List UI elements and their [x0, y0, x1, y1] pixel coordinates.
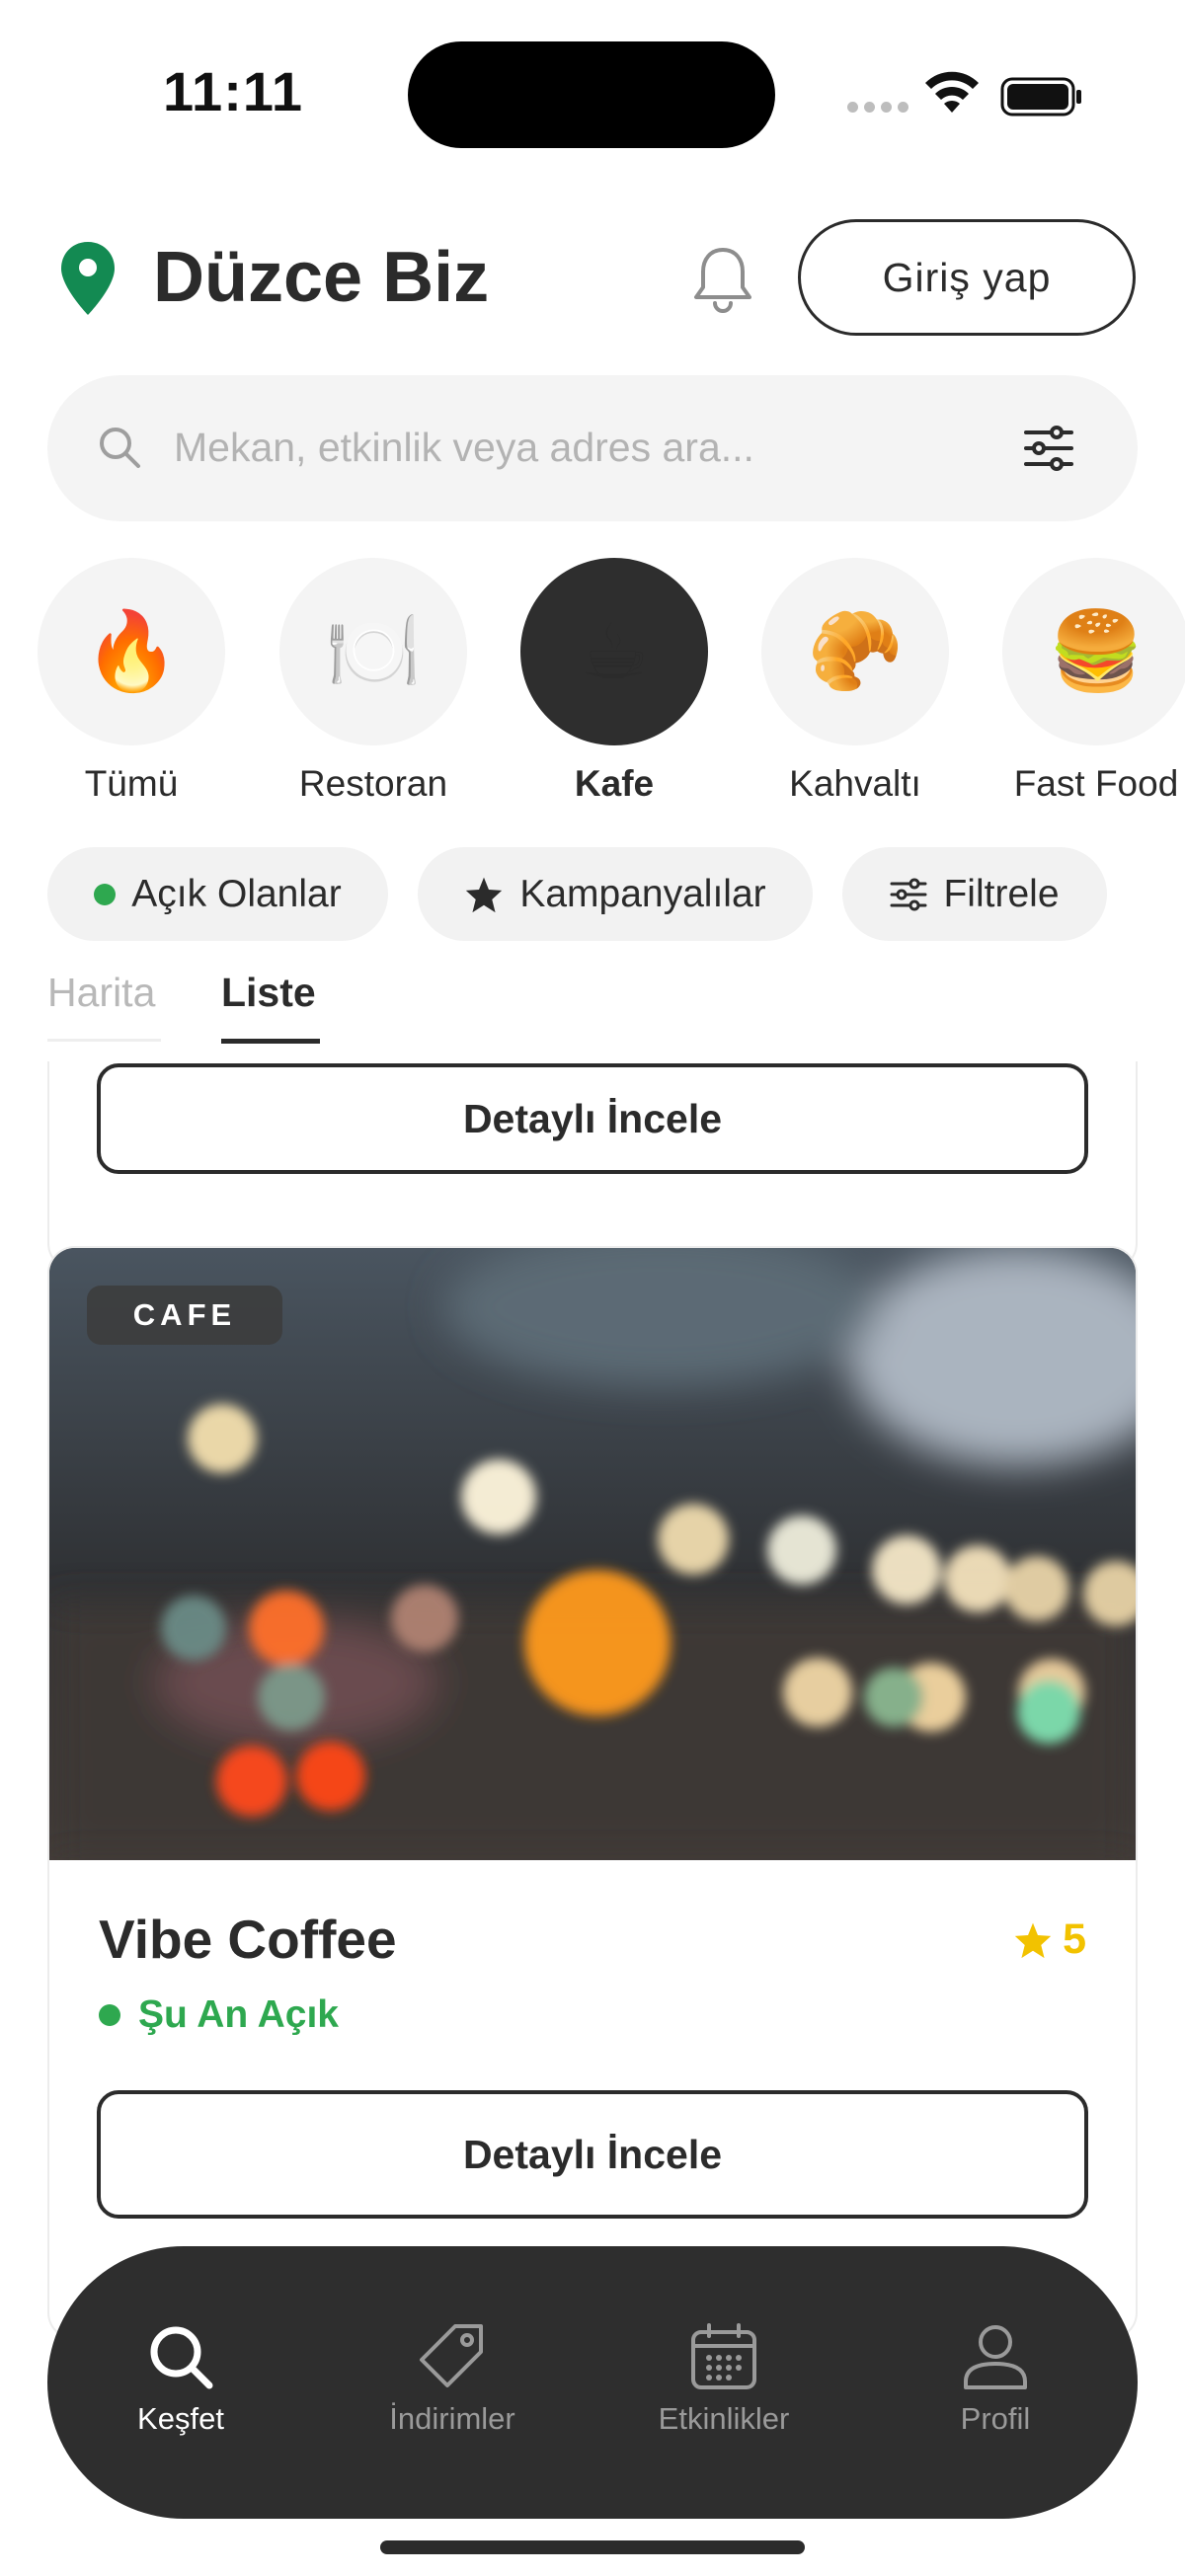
- fire-icon: 🔥: [38, 558, 225, 745]
- category-label: Restoran: [298, 763, 448, 804]
- chip-campaigns[interactable]: Kampanyalılar: [418, 847, 813, 941]
- search-icon: [100, 428, 140, 468]
- nav-label: İndirimler: [389, 2401, 515, 2436]
- open-status-dot: [99, 2004, 120, 2026]
- category-breakfast[interactable]: 🥐 Kahvaltı: [761, 558, 949, 805]
- open-status-label: Şu An Açık: [138, 1993, 339, 2036]
- category-label: Kafe: [574, 763, 655, 804]
- nav-explore[interactable]: Keşfet: [82, 2322, 279, 2437]
- chip-label: Kampanyalılar: [519, 872, 766, 915]
- app-brand-title: Düzce Biz: [153, 238, 490, 317]
- home-indicator[interactable]: [380, 2540, 805, 2554]
- category-label: Fast Food: [1013, 763, 1179, 804]
- tab-map[interactable]: Harita: [47, 970, 155, 1016]
- chip-open-now[interactable]: Açık Olanlar: [47, 847, 388, 941]
- rating-value: 5: [1063, 1915, 1086, 1963]
- dynamic-island: [408, 41, 775, 148]
- category-label: Kahvaltı: [789, 763, 921, 804]
- coffee-icon: ☕: [520, 558, 708, 745]
- nav-events[interactable]: Etkinlikler: [625, 2322, 823, 2437]
- nav-discounts[interactable]: İndirimler: [354, 2322, 551, 2437]
- chip-label: Filtrele: [943, 872, 1060, 915]
- category-all[interactable]: 🔥 Tümü: [38, 558, 225, 805]
- star-icon: [466, 877, 503, 912]
- category-cafe[interactable]: ☕ Kafe: [520, 558, 708, 805]
- nav-label: Profil: [960, 2401, 1031, 2436]
- plate-icon: 🍽️: [279, 558, 467, 745]
- venue-photo: CAFE: [49, 1248, 1136, 1860]
- nav-profile[interactable]: Profil: [897, 2322, 1094, 2437]
- notification-bell-icon[interactable]: [688, 244, 757, 315]
- category-label: Tümü: [84, 763, 179, 804]
- search-icon: [150, 2326, 213, 2389]
- wifi-icon: [925, 71, 979, 113]
- battery-icon: [1000, 77, 1081, 117]
- open-status-dot: [94, 883, 117, 905]
- sliders-icon[interactable]: [1023, 425, 1074, 472]
- cellular-signal-icon: [847, 102, 908, 113]
- status-time: 11:11: [163, 60, 304, 122]
- venue-rating: 5: [1013, 1915, 1086, 1964]
- location-pin-icon: [61, 242, 115, 315]
- venue-title: Vibe Coffee: [99, 1909, 397, 1970]
- chip-label: Açık Olanlar: [131, 872, 342, 915]
- tab-list[interactable]: Liste: [221, 970, 316, 1016]
- details-button[interactable]: Detaylı İncele: [97, 1063, 1088, 1174]
- calendar-icon: [691, 2323, 756, 2389]
- nav-label: Etkinlikler: [658, 2401, 790, 2436]
- login-button[interactable]: Giriş yap: [798, 219, 1136, 336]
- croissant-icon: 🥐: [761, 558, 949, 745]
- nav-label: Keşfet: [137, 2401, 224, 2436]
- details-button[interactable]: Detaylı İncele: [97, 2090, 1088, 2219]
- category-restaurant[interactable]: 🍽️ Restoran: [279, 558, 467, 805]
- burger-icon: 🍔: [1002, 558, 1185, 745]
- category-fast-food[interactable]: 🍔 Fast Food: [1002, 558, 1185, 805]
- tab-divider: [47, 1039, 161, 1042]
- sliders-icon: [890, 878, 927, 910]
- venue-card[interactable]: CAFE Vibe Coffee 5 Şu An Açık Detaylı İn…: [47, 1246, 1138, 2340]
- user-icon: [964, 2325, 1027, 2389]
- tag-icon: [420, 2324, 483, 2387]
- star-icon: [1014, 1922, 1052, 1958]
- open-status: Şu An Açık: [99, 1993, 339, 2037]
- tab-active-indicator: [221, 1039, 320, 1044]
- category-tag: CAFE: [87, 1286, 282, 1345]
- search-input[interactable]: [174, 415, 865, 480]
- venue-card-previous: Detaylı İncele: [47, 1061, 1138, 1271]
- chip-filter[interactable]: Filtrele: [842, 847, 1107, 941]
